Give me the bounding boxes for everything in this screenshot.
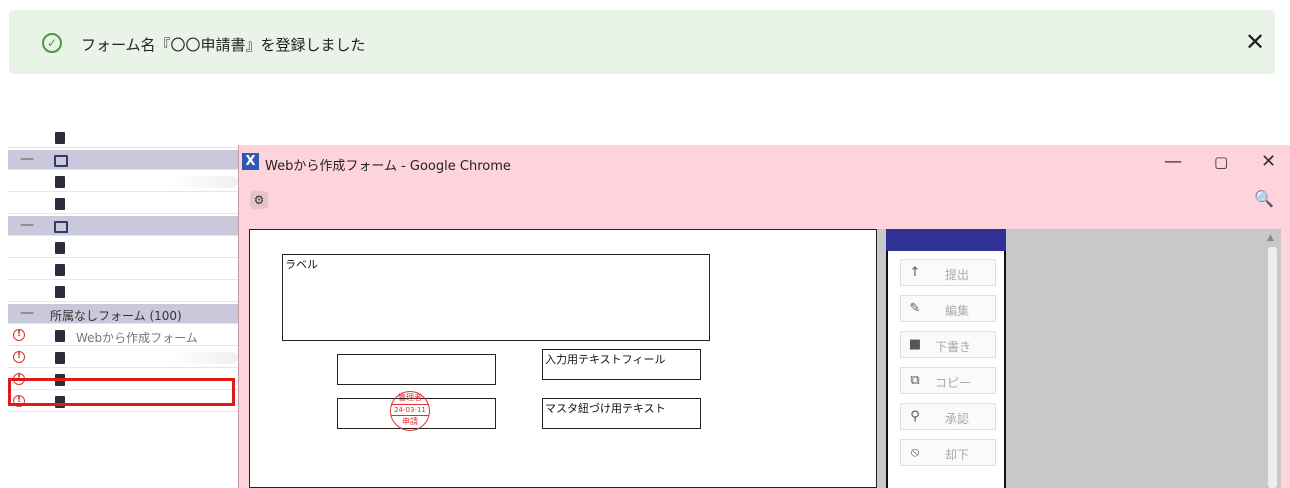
stamp-date: 24-03-11 (391, 404, 429, 416)
app-logo-icon: X (242, 153, 259, 170)
document-icon (55, 286, 65, 298)
form-label: Webから作成フォーム (76, 331, 198, 345)
stamp-icon: ⚲ (910, 409, 920, 424)
submit-icon: ↑ (909, 265, 921, 280)
selection-highlight (8, 378, 235, 406)
label-box[interactable]: ラベル (282, 254, 710, 341)
success-toast: ✓ フォーム名『〇〇申請書』を登録しました ✕ (9, 10, 1275, 74)
draft-button[interactable]: ■ 下書き (900, 331, 996, 358)
window-title: Webから作成フォーム - Google Chrome (265, 159, 511, 174)
document-icon (55, 198, 65, 210)
document-icon (55, 352, 65, 364)
browser-toolbar: ⚙ 🔍 (239, 187, 1290, 213)
document-icon (55, 330, 65, 342)
action-panel-body: ↑ 提出 ✎ 編集 ■ 下書き ⧉ コピー ⚲ 承認 ⦸ 却下 (886, 251, 1006, 488)
tree-row[interactable] (8, 172, 240, 192)
action-panel-header (886, 229, 1006, 251)
page-content: ラベル 入力用テキストフィール マスタ紐づけ用テキスト 管理者 24-03-11… (249, 229, 1281, 488)
tree-group-row[interactable]: — (8, 150, 240, 170)
tree-row-selected[interactable]: ! Webから作成フォーム (8, 326, 240, 346)
edit-button[interactable]: ✎ 編集 (900, 295, 996, 322)
approval-stamp: 管理者 24-03-11 申請 (390, 391, 430, 431)
action-panel: ↑ 提出 ✎ 編集 ■ 下書き ⧉ コピー ⚲ 承認 ⦸ 却下 (886, 229, 1006, 488)
minimize-button[interactable]: — (1164, 151, 1182, 172)
master-text-field[interactable]: マスタ紐づけ用テキスト (542, 398, 701, 429)
tree-row[interactable] (8, 260, 240, 280)
save-icon: ■ (908, 337, 922, 352)
folder-icon (54, 221, 68, 233)
warning-icon: ! (13, 329, 25, 341)
tree-row[interactable] (8, 282, 240, 302)
blurred-label (168, 352, 238, 364)
approve-button[interactable]: ⚲ 承認 (900, 403, 996, 430)
warning-icon: ! (13, 351, 25, 363)
section-label: 所属なしフォーム (100) (50, 309, 182, 323)
maximize-button[interactable]: ▢ (1214, 153, 1228, 171)
settings-icon[interactable]: ⚙ (250, 191, 268, 209)
tree-group-row[interactable]: — (8, 216, 240, 236)
document-icon (55, 132, 65, 144)
stamp-top: 管理者 (398, 393, 422, 402)
input-text-field-label: 入力用テキストフィール (545, 353, 666, 366)
form-tree: — — — 所属なしフォーム (100) ! Webから作成フォーム ! ! ! (8, 128, 240, 488)
close-button[interactable]: ✕ (1261, 151, 1276, 172)
tree-section-row[interactable]: — 所属なしフォーム (100) (8, 304, 240, 324)
zoom-icon[interactable]: 🔍 (1254, 189, 1274, 208)
text-input-1[interactable] (337, 354, 496, 385)
document-icon (55, 176, 65, 188)
stamp-bottom: 申請 (402, 417, 418, 426)
collapse-icon[interactable]: — (20, 151, 34, 167)
folder-icon (54, 155, 68, 167)
copy-button[interactable]: ⧉ コピー (900, 367, 996, 394)
close-icon[interactable]: ✕ (1245, 28, 1265, 56)
pencil-icon: ✎ (909, 301, 921, 316)
collapse-icon[interactable]: — (20, 217, 34, 233)
window-titlebar[interactable]: X Webから作成フォーム - Google Chrome — ▢ ✕ (239, 145, 1290, 179)
document-icon (55, 264, 65, 276)
master-text-field-label: マスタ紐づけ用テキスト (545, 402, 666, 415)
tree-row[interactable] (8, 238, 240, 258)
document-icon (55, 242, 65, 254)
submit-button[interactable]: ↑ 提出 (900, 259, 996, 286)
copy-icon: ⧉ (910, 373, 920, 388)
check-circle-icon: ✓ (42, 33, 62, 53)
draft-label: 下書き (935, 340, 972, 354)
blurred-label (168, 176, 238, 188)
collapse-icon[interactable]: — (20, 305, 34, 321)
tree-row[interactable] (8, 194, 240, 214)
edit-label: 編集 (945, 304, 970, 318)
chrome-popup-window: X Webから作成フォーム - Google Chrome — ▢ ✕ ⚙ 🔍 … (238, 145, 1290, 488)
scrollbar[interactable]: ▲ (1263, 229, 1281, 488)
input-text-field[interactable]: 入力用テキストフィール (542, 349, 701, 380)
reject-icon: ⦸ (910, 445, 920, 460)
reject-button[interactable]: ⦸ 却下 (900, 439, 996, 466)
scrollbar-thumb[interactable] (1268, 247, 1277, 488)
scroll-up-icon[interactable]: ▲ (1267, 233, 1274, 243)
tree-row[interactable] (8, 128, 240, 148)
toast-message: フォーム名『〇〇申請書』を登録しました (81, 36, 366, 54)
label-box-text: ラベル (285, 258, 318, 271)
submit-label: 提出 (945, 268, 970, 282)
reject-label: 却下 (945, 448, 970, 462)
form-page: ラベル 入力用テキストフィール マスタ紐づけ用テキスト 管理者 24-03-11… (249, 229, 877, 488)
copy-label: コピー (935, 376, 972, 390)
tree-row[interactable]: ! (8, 348, 240, 368)
approve-label: 承認 (945, 412, 970, 426)
